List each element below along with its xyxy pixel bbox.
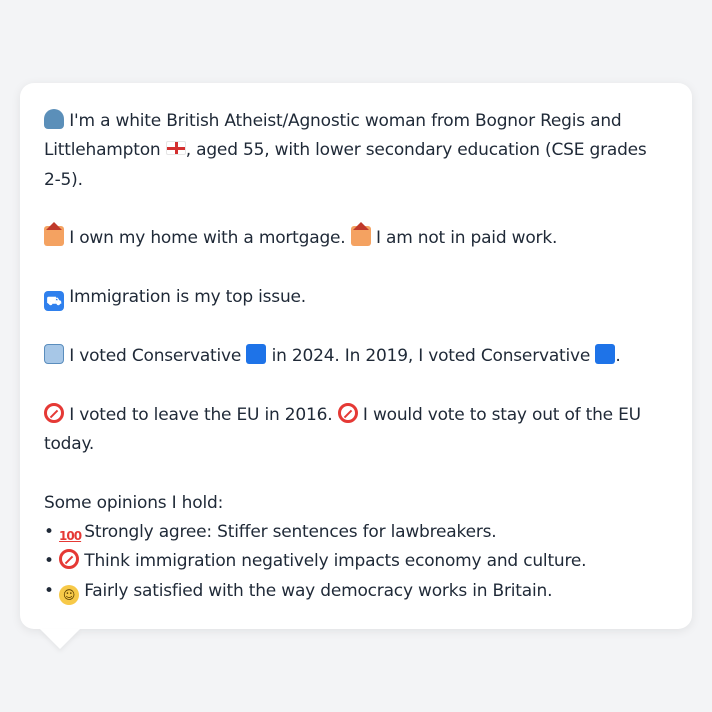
issue-text: Immigration is my top issue. [69, 287, 306, 308]
house-icon [44, 222, 64, 247]
vote-text-c: . [615, 345, 621, 366]
persona-opinions: Some opinions I hold: • 100 Strongly agr… [44, 489, 668, 606]
bullet: • [44, 551, 54, 572]
opinions-heading: Some opinions I hold: [44, 492, 224, 513]
list-item: • 100 Strongly agree: Stiffer sentences … [44, 518, 668, 547]
home-text-2: I am not in paid work. [375, 228, 558, 249]
no-entry-icon [44, 402, 64, 423]
passport-control-icon: ⛟ [44, 291, 64, 312]
person-silhouette-icon [44, 109, 64, 129]
persona-vote: I voted Conservative in 2024. In 2019, I… [44, 342, 668, 371]
list-item: • ☺ Fairly satisfied with the way democr… [44, 577, 668, 606]
persona-home: I own my home with a mortgage. I am not … [44, 222, 668, 253]
no-entry-icon [337, 402, 358, 423]
bullet: • [44, 522, 54, 543]
blue-square-icon [595, 343, 616, 364]
ballot-box-icon [44, 343, 64, 364]
bubble-tail [40, 629, 80, 649]
home-text-1: I own my home with a mortgage. [69, 228, 346, 249]
house-icon [350, 222, 371, 247]
hundred-points-icon: 100 [59, 529, 82, 544]
opinion-text: Fairly satisfied with the way democracy … [84, 580, 553, 601]
persona-intro: I'm a white British Atheist/Agnostic wom… [44, 107, 668, 195]
slightly-smiling-face-icon: ☺ [59, 584, 80, 605]
list-item: • Think immigration negatively impacts e… [44, 547, 668, 576]
blue-square-icon [246, 343, 267, 364]
persona-chat-bubble: I'm a white British Atheist/Agnostic wom… [20, 83, 692, 629]
bullet: • [44, 580, 54, 601]
eu-text-1: I voted to leave the EU in 2016. [69, 404, 333, 425]
opinion-text: Think immigration negatively impacts eco… [84, 551, 587, 572]
vote-text-a: I voted Conservative [69, 345, 242, 366]
no-entry-icon [59, 549, 80, 570]
persona-issue: ⛟ Immigration is my top issue. [44, 283, 668, 312]
england-flag-icon [165, 141, 186, 156]
persona-eu: I voted to leave the EU in 2016. I would… [44, 401, 668, 460]
opinion-text: Strongly agree: Stiffer sentences for la… [84, 522, 497, 543]
vote-text-b: in 2024. In 2019, I voted Conservative [271, 345, 591, 366]
